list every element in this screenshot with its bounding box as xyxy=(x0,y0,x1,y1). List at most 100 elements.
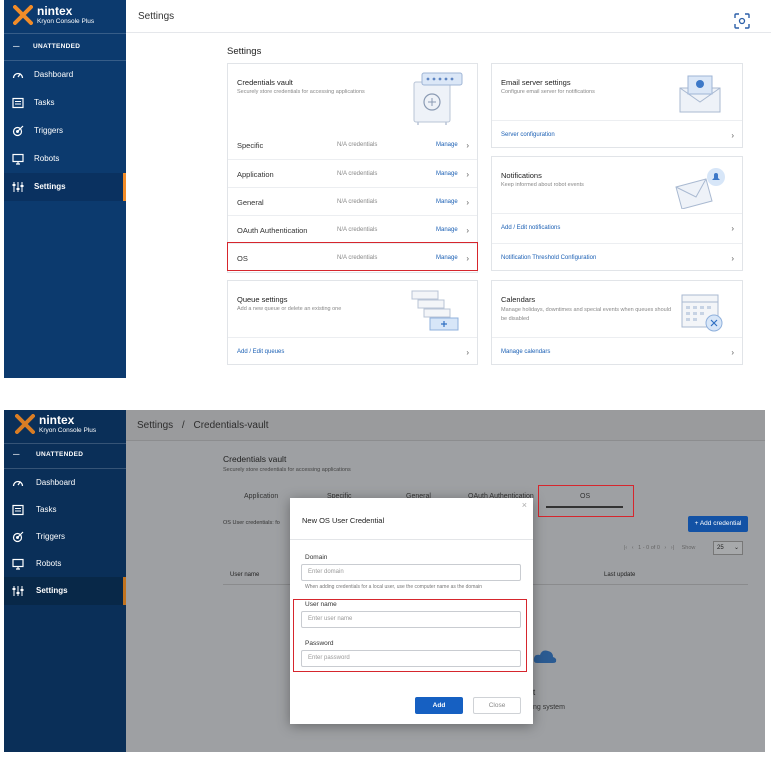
sidebar: nintex Kryon Console Plus — UNATTENDED D… xyxy=(4,0,126,378)
credential-row-application: Application N/A credentials Manage › xyxy=(228,159,477,187)
pager-range: 1 - 0 of 0 xyxy=(638,545,660,551)
brand-name: nintex xyxy=(37,4,73,18)
sidebar-item-dashboard[interactable]: Dashboard xyxy=(4,469,126,497)
triggers-icon xyxy=(12,125,24,137)
mode-label: UNATTENDED xyxy=(36,451,84,458)
sidebar-item-tasks[interactable]: Tasks xyxy=(4,496,126,524)
sidebar-item-label: Tasks xyxy=(36,505,57,514)
brand-product: Kryon Console Plus xyxy=(37,18,95,25)
card-title: Calendars xyxy=(501,295,536,304)
empty-state-subtitle: ng system xyxy=(533,704,565,711)
card-subtitle: Keep informed about robot events xyxy=(501,182,584,188)
tasks-icon xyxy=(12,504,24,516)
nintex-logo-icon xyxy=(15,414,35,434)
sidebar-item-settings[interactable]: Settings xyxy=(4,173,126,201)
prev-page-icon[interactable]: ‹ xyxy=(632,545,634,551)
os-credentials-note: OS User credentials: fo xyxy=(223,520,280,526)
sidebar-item-robots[interactable]: Robots xyxy=(4,550,126,578)
chevron-right-icon[interactable]: › xyxy=(466,198,469,207)
header-divider xyxy=(126,32,771,33)
chevron-right-icon[interactable]: › xyxy=(466,226,469,235)
mode-label: UNATTENDED xyxy=(33,43,81,50)
sidebar-item-triggers[interactable]: Triggers xyxy=(4,117,126,145)
notifications-card: Notifications Keep informed about robot … xyxy=(491,156,743,271)
highlight-os-tab xyxy=(538,485,634,517)
chevron-right-icon[interactable]: › xyxy=(466,170,469,179)
dashboard-icon xyxy=(12,480,24,487)
breadcrumb: Settings / Credentials-vault xyxy=(137,420,269,431)
column-header-last-update[interactable]: Last update xyxy=(604,572,635,578)
credential-type-name: OAuth Authentication xyxy=(237,226,308,235)
card-subtitle: Add a new queue or delete an existing on… xyxy=(237,306,342,312)
email-server-card: Email server settings Configure email se… xyxy=(491,63,743,148)
add-button[interactable]: Add xyxy=(415,697,463,714)
sidebar-item-settings[interactable]: Settings xyxy=(4,577,126,605)
credential-row-specific: Specific N/A credentials Manage › xyxy=(228,131,477,159)
server-configuration-link[interactable]: Server configuration xyxy=(501,132,555,138)
manage-link[interactable]: Manage xyxy=(436,199,458,205)
close-button[interactable]: Close xyxy=(473,697,521,714)
calendar-illustration-icon xyxy=(681,294,723,332)
empty-state-title: t xyxy=(533,688,536,697)
chevron-right-icon[interactable]: › xyxy=(731,131,734,140)
card-subtitle: Configure email server for notifications xyxy=(501,89,595,95)
manage-calendars-link[interactable]: Manage calendars xyxy=(501,349,550,355)
bottom-screen: nintex Kryon Console Plus — UNATTENDED D… xyxy=(0,410,771,757)
sidebar-item-tasks[interactable]: Tasks xyxy=(4,89,126,117)
sidebar-divider xyxy=(4,33,126,34)
add-credential-button[interactable]: + Add credential xyxy=(688,516,748,532)
dialog-header-divider xyxy=(290,539,533,540)
sidebar: nintex Kryon Console Plus — UNATTENDED D… xyxy=(4,410,126,752)
chevron-right-icon[interactable]: › xyxy=(731,224,734,233)
manage-link[interactable]: Manage xyxy=(436,227,458,233)
credential-count: N/A credentials xyxy=(337,171,378,177)
notification-threshold-link[interactable]: Notification Threshold Configuration xyxy=(501,255,596,261)
header-title: Settings xyxy=(138,11,175,22)
notification-threshold-row[interactable]: Notification Threshold Configuration › xyxy=(492,243,742,272)
notification-illustration-icon xyxy=(675,168,725,209)
sidebar-item-label: Robots xyxy=(34,154,60,163)
manage-link[interactable]: Manage xyxy=(436,142,458,148)
queue-link-row[interactable]: Add / Edit queues › xyxy=(228,337,477,366)
settings-icon xyxy=(12,182,24,192)
column-header-user-name[interactable]: User name xyxy=(230,572,259,578)
sidebar-item-label: Dashboard xyxy=(34,70,74,79)
chevron-right-icon[interactable]: › xyxy=(731,348,734,357)
highlight-os-row xyxy=(227,242,478,271)
close-icon[interactable]: × xyxy=(522,500,527,510)
sidebar-item-dashboard[interactable]: Dashboard xyxy=(4,61,126,89)
domain-input[interactable]: Enter domain xyxy=(301,564,521,581)
mode-dash-icon: — xyxy=(13,43,20,50)
pagination-controls: |‹ ‹ 1 - 0 of 0 › ›| Show xyxy=(624,545,695,551)
last-page-icon[interactable]: ›| xyxy=(671,545,674,551)
page-size-value: 25 xyxy=(717,545,724,551)
notification-link-row[interactable]: Add / Edit notifications › xyxy=(492,213,742,242)
breadcrumb-root[interactable]: Settings xyxy=(137,420,173,431)
page-size-select[interactable]: 25 ⌄ xyxy=(713,541,743,555)
email-link-row[interactable]: Server configuration › xyxy=(492,120,742,149)
sidebar-item-robots[interactable]: Robots xyxy=(4,145,126,173)
first-page-icon[interactable]: |‹ xyxy=(624,545,627,551)
credential-row-oauth: OAuth Authentication N/A credentials Man… xyxy=(228,215,477,243)
sidebar-divider xyxy=(4,443,126,444)
card-title: Notifications xyxy=(501,171,542,180)
card-subtitle: Manage holidays, downtimes and special e… xyxy=(501,307,671,322)
sidebar-item-label: Settings xyxy=(34,182,66,191)
show-label: Show xyxy=(681,545,696,551)
chevron-right-icon[interactable]: › xyxy=(731,254,734,263)
breadcrumb-separator: / xyxy=(181,420,185,431)
sidebar-item-triggers[interactable]: Triggers xyxy=(4,523,126,551)
card-title: Email server settings xyxy=(501,78,571,87)
chevron-right-icon[interactable]: › xyxy=(466,348,469,357)
tasks-icon xyxy=(12,97,24,109)
robots-icon xyxy=(12,558,24,570)
next-page-icon[interactable]: › xyxy=(664,545,666,551)
credential-count: N/A credentials xyxy=(337,227,378,233)
scan-icon[interactable] xyxy=(733,12,751,30)
add-edit-queues-link[interactable]: Add / Edit queues xyxy=(237,349,284,355)
manage-link[interactable]: Manage xyxy=(436,171,458,177)
add-edit-notifications-link[interactable]: Add / Edit notifications xyxy=(501,225,560,231)
calendar-link-row[interactable]: Manage calendars › xyxy=(492,337,742,366)
tab-application[interactable]: Application xyxy=(244,493,278,500)
chevron-right-icon[interactable]: › xyxy=(466,141,469,150)
